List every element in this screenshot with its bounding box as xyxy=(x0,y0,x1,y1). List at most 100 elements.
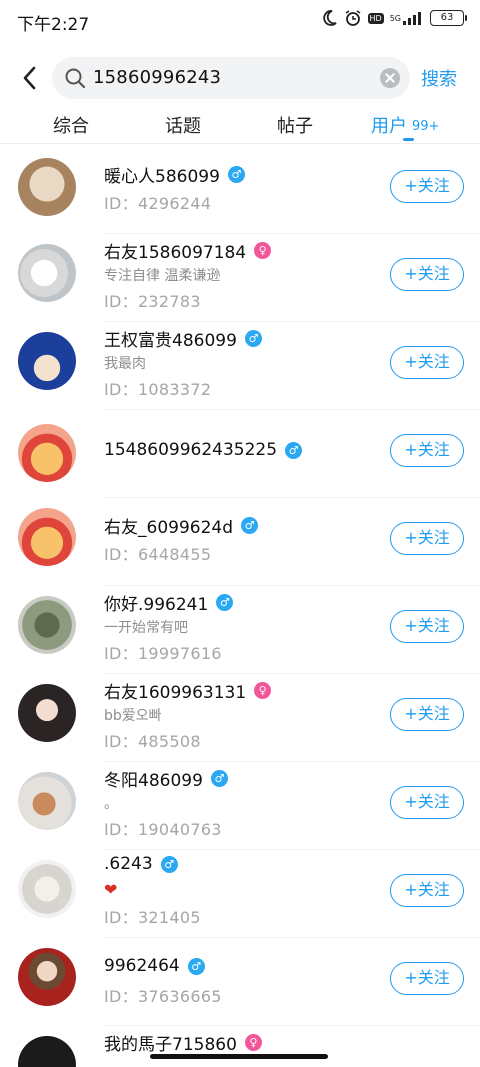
user-id: ID：4296244 xyxy=(104,194,212,213)
hd-icon: HD xyxy=(367,12,384,24)
user-name-line: .6243 ♂ xyxy=(104,854,178,874)
tab-topics[interactable]: 话题 xyxy=(165,112,201,138)
user-name-line: 右友1586097184 ♀ xyxy=(104,238,272,263)
user-row[interactable]: 1548609962435225 ♂ +关注 xyxy=(0,410,480,498)
follow-button[interactable]: +关注 xyxy=(390,346,464,379)
avatar[interactable] xyxy=(18,424,76,482)
tab-bar: 综合 话题 帖子 用户 99+ xyxy=(0,104,480,144)
user-name[interactable]: 9962464 xyxy=(104,956,180,976)
user-id: ID：37636665 xyxy=(104,987,222,1006)
avatar[interactable] xyxy=(18,948,76,1006)
user-name-line: 右友1609963131 ♀ xyxy=(104,678,272,703)
user-id: ID：232783 xyxy=(104,292,201,311)
user-row[interactable]: 右友_6099624d ♂ ID：6448455 +关注 xyxy=(0,498,480,586)
user-id: ID：1083372 xyxy=(104,380,212,399)
user-bio: 专注自律 温柔谦逊 xyxy=(104,268,221,284)
user-row[interactable]: 我的馬子715860 ♀ xyxy=(0,1026,480,1067)
tab-users-label: 用户 xyxy=(371,116,407,137)
network-label: 5G xyxy=(389,13,401,23)
avatar[interactable] xyxy=(18,596,76,654)
user-id: ID：19040763 xyxy=(104,820,222,839)
user-row[interactable]: 冬阳486099 ♂ 。 ID：19040763 +关注 xyxy=(0,762,480,850)
follow-button[interactable]: +关注 xyxy=(390,258,464,291)
follow-button[interactable]: +关注 xyxy=(390,698,464,731)
male-icon: ♂ xyxy=(216,594,234,611)
signal-icon: 5G xyxy=(390,11,424,25)
user-row[interactable]: 你好.996241 ♂ 一开始常有吧 ID：19997616 +关注 xyxy=(0,586,480,674)
search-query[interactable]: 15860996243 xyxy=(93,67,221,88)
avatar[interactable] xyxy=(18,244,76,302)
user-row[interactable]: 右友1586097184 ♀ 专注自律 温柔谦逊 ID：232783 +关注 xyxy=(0,234,480,322)
user-row[interactable]: .6243 ♂ ❤ ID：321405 +关注 xyxy=(0,850,480,938)
follow-button[interactable]: +关注 xyxy=(390,786,464,819)
user-id: ID：321405 xyxy=(104,908,201,927)
male-icon: ♂ xyxy=(210,770,228,787)
follow-button[interactable]: +关注 xyxy=(390,962,464,995)
follow-button[interactable]: +关注 xyxy=(390,434,464,467)
user-name[interactable]: 右友1586097184 xyxy=(104,238,246,263)
follow-button[interactable]: +关注 xyxy=(390,522,464,555)
user-name[interactable]: 暖心人586099 xyxy=(104,162,220,187)
alarm-icon xyxy=(344,9,362,27)
user-name[interactable]: 右友_6099624d xyxy=(104,513,233,538)
moon-icon xyxy=(320,9,338,27)
search-input[interactable]: 15860996243 xyxy=(52,57,410,99)
tab-comprehensive[interactable]: 综合 xyxy=(53,112,89,138)
user-name-line: 我的馬子715860 ♀ xyxy=(104,1030,262,1055)
user-name[interactable]: 1548609962435225 xyxy=(104,440,277,460)
male-icon: ♂ xyxy=(241,517,259,534)
search-icon xyxy=(64,67,86,93)
user-name[interactable]: .6243 xyxy=(104,854,153,874)
user-name-line: 暖心人586099 ♂ xyxy=(104,162,245,187)
status-bar: 下午2:27 HD 5G 63 xyxy=(0,0,480,42)
user-bio: 。 xyxy=(104,796,118,812)
search-row: 15860996243 搜索 xyxy=(0,56,480,100)
user-name[interactable]: 你好.996241 xyxy=(104,590,208,615)
user-name-line: 9962464 ♂ xyxy=(104,956,205,976)
user-name-line: 右友_6099624d ♂ xyxy=(104,513,259,538)
user-name-line: 1548609962435225 ♂ xyxy=(104,440,303,460)
tab-users[interactable]: 用户 99+ xyxy=(371,112,439,138)
user-row[interactable]: 王权富贵486099 ♂ 我最肉 ID：1083372 +关注 xyxy=(0,322,480,410)
tab-indicator xyxy=(403,138,414,141)
avatar[interactable] xyxy=(18,332,76,390)
user-row[interactable]: 9962464 ♂ ID：37636665 +关注 xyxy=(0,938,480,1026)
follow-button[interactable]: +关注 xyxy=(390,170,464,203)
user-name[interactable]: 右友1609963131 xyxy=(104,678,246,703)
male-icon: ♂ xyxy=(160,855,178,873)
user-name-line: 冬阳486099 ♂ xyxy=(104,766,228,791)
female-icon: ♀ xyxy=(244,1034,262,1051)
avatar[interactable] xyxy=(18,772,76,830)
avatar[interactable] xyxy=(18,508,76,566)
user-name[interactable]: 我的馬子715860 xyxy=(104,1030,237,1055)
hd-label: HD xyxy=(367,12,384,24)
follow-button[interactable]: +关注 xyxy=(390,610,464,643)
battery-icon: 63 xyxy=(430,10,467,26)
home-indicator[interactable] xyxy=(150,1054,328,1059)
user-name[interactable]: 冬阳486099 xyxy=(104,766,203,791)
user-name-line: 你好.996241 ♂ xyxy=(104,590,234,615)
avatar[interactable] xyxy=(18,1036,76,1067)
status-icons: HD 5G 63 xyxy=(320,9,467,27)
clear-icon[interactable] xyxy=(380,68,400,88)
avatar[interactable] xyxy=(18,158,76,216)
back-arrow-icon[interactable] xyxy=(18,64,42,92)
user-row[interactable]: 暖心人586099 ♂ ID：4296244 +关注 xyxy=(0,146,480,234)
user-name[interactable]: 王权富贵486099 xyxy=(104,326,237,351)
male-icon: ♂ xyxy=(187,957,205,975)
tab-posts[interactable]: 帖子 xyxy=(277,112,313,138)
user-bio: 一开始常有吧 xyxy=(104,620,188,636)
female-icon: ♀ xyxy=(254,242,272,259)
user-bio: 我最肉 xyxy=(104,356,146,372)
follow-button[interactable]: +关注 xyxy=(390,874,464,907)
user-name-line: 王权富贵486099 ♂ xyxy=(104,326,262,351)
user-id: ID：19997616 xyxy=(104,644,222,663)
avatar[interactable] xyxy=(18,684,76,742)
user-row[interactable]: 右友1609963131 ♀ bb爱오빠 ID：485508 +关注 xyxy=(0,674,480,762)
search-button[interactable]: 搜索 xyxy=(421,65,457,91)
user-bio: bb爱오빠 xyxy=(104,708,162,724)
heart-icon: ❤ xyxy=(104,880,118,899)
male-icon: ♂ xyxy=(244,330,262,347)
avatar[interactable] xyxy=(18,860,76,918)
male-icon: ♂ xyxy=(227,166,245,183)
